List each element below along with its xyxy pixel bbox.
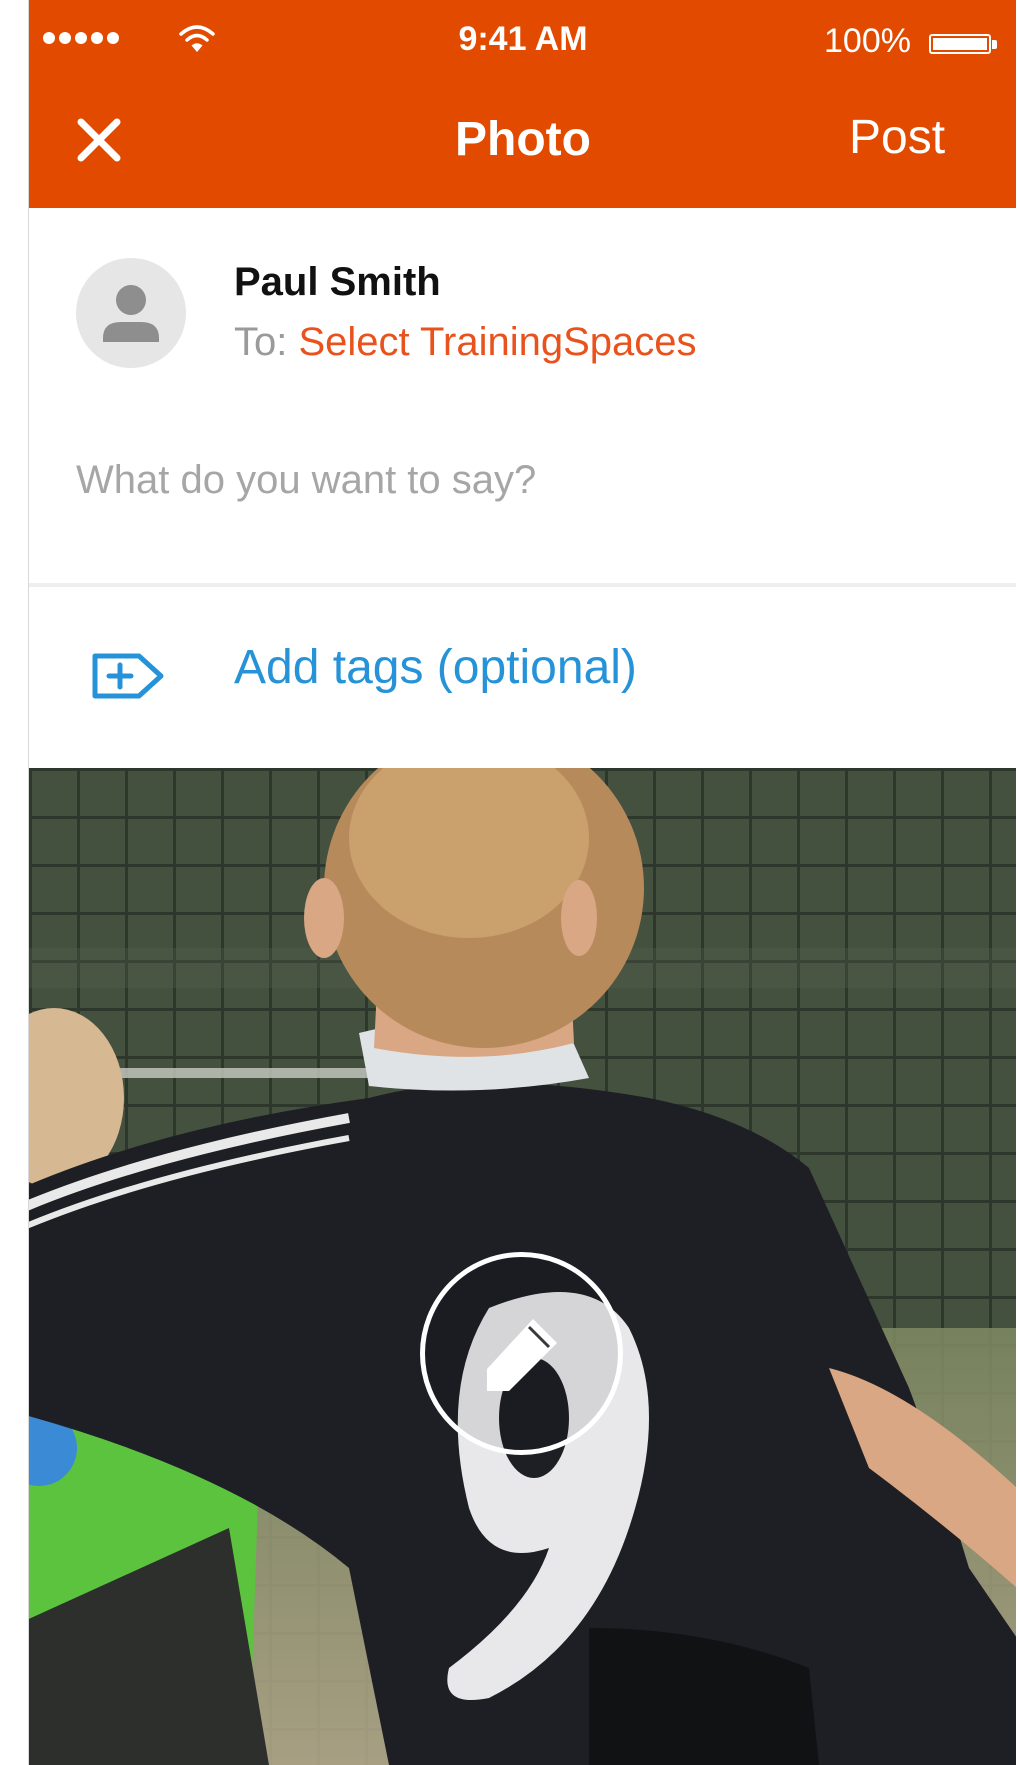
post-button[interactable]: Post xyxy=(849,110,945,165)
user-silhouette-icon xyxy=(103,285,159,342)
section-divider xyxy=(29,583,1017,587)
recipient-prefix: To: xyxy=(234,320,299,364)
battery-tip xyxy=(992,40,997,49)
tag-add-icon xyxy=(89,650,169,707)
edit-photo-button[interactable] xyxy=(420,1252,623,1455)
avatar xyxy=(76,258,186,368)
left-margin xyxy=(0,0,28,1765)
top-bar: 9:41 AM 100% Photo Post xyxy=(29,0,1017,208)
phone-screen: 9:41 AM 100% Photo Post Paul Smith To: S… xyxy=(28,0,1017,1765)
add-tags-label: Add tags (optional) xyxy=(234,641,637,694)
message-input[interactable] xyxy=(76,450,976,510)
battery-percent: 100% xyxy=(824,22,911,60)
recipient-line: To: Select TrainingSpaces xyxy=(234,320,697,365)
battery-icon xyxy=(929,34,991,54)
battery-fill xyxy=(933,38,987,50)
status-bar: 9:41 AM 100% xyxy=(29,0,1017,84)
author-name: Paul Smith xyxy=(234,260,441,304)
add-tags-button[interactable]: Add tags (optional) xyxy=(29,610,1017,745)
select-space-link[interactable]: Select TrainingSpaces xyxy=(298,320,696,364)
